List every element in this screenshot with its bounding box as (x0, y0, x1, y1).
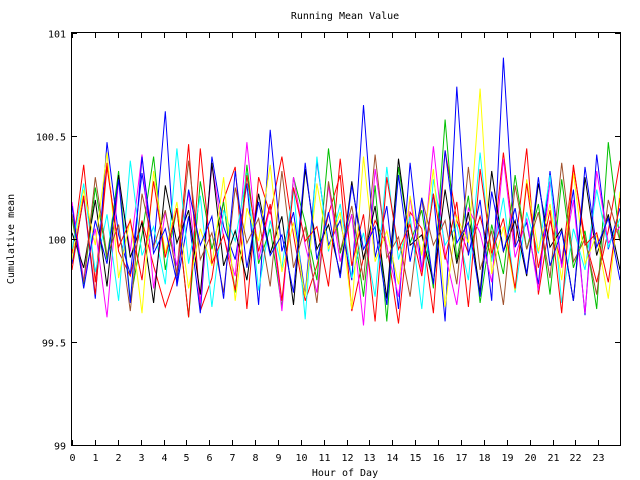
x-axis-label: Hour of Day (312, 468, 378, 479)
x-tick-label: 20 (524, 453, 536, 464)
x-tick-label: 19 (501, 453, 513, 464)
x-tick-label: 23 (592, 453, 604, 464)
x-tick-label: 1 (92, 453, 98, 464)
x-tick-label: 5 (183, 453, 189, 464)
x-tick-label: 11 (318, 453, 330, 464)
x-tick-label: 16 (432, 453, 444, 464)
x-tick-label: 10 (295, 453, 307, 464)
x-tick-label: 21 (547, 453, 559, 464)
y-tick-label: 99.5 (42, 339, 66, 350)
x-tick-label: 15 (409, 453, 421, 464)
x-tick-label: 3 (138, 453, 144, 464)
x-tick-label: 17 (455, 453, 467, 464)
x-tick-label: 2 (115, 453, 121, 464)
y-tick-label: 101 (48, 30, 66, 41)
x-tick-label: 14 (386, 453, 398, 464)
y-tick-label: 100.5 (36, 133, 66, 144)
chart-title: Running Mean Value (291, 11, 399, 22)
x-tick-label: 7 (229, 453, 235, 464)
series-lines (71, 57, 621, 326)
y-axis-label: Cumulative mean (6, 194, 17, 284)
x-tick-label: 4 (161, 453, 167, 464)
x-tick-label: 9 (275, 453, 281, 464)
x-tick-label: 22 (569, 453, 581, 464)
running-mean-chart: Running Mean Value Cumulative mean Hour … (6, 11, 621, 479)
x-tick-label: 6 (206, 453, 212, 464)
x-tick-label: 18 (478, 453, 490, 464)
y-tick-label: 100 (48, 236, 66, 247)
x-tick-label: 8 (252, 453, 258, 464)
x-tick-label: 0 (69, 453, 75, 464)
x-tick-label: 12 (341, 453, 353, 464)
x-tick-label: 13 (363, 453, 375, 464)
y-tick-label: 99 (54, 442, 66, 453)
